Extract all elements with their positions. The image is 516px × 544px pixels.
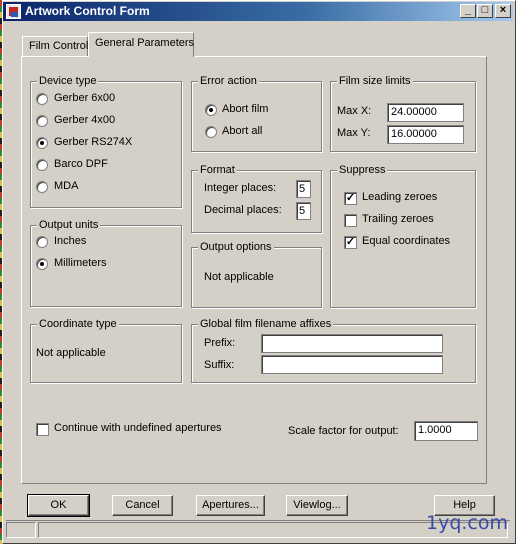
scale-factor-label: Scale factor for output: xyxy=(288,425,399,437)
radio-abort-film[interactable] xyxy=(205,104,217,116)
decimal-places-label: Decimal places: xyxy=(204,204,282,216)
radio-gerber-6x00[interactable] xyxy=(36,93,48,105)
output-options-legend: Output options xyxy=(198,241,274,253)
decimal-places-input[interactable]: 5 xyxy=(296,202,311,220)
tab-film-control[interactable]: Film Control xyxy=(22,36,88,57)
output-units-legend: Output units xyxy=(37,219,101,231)
film-size-limits-legend: Film size limits xyxy=(337,75,413,87)
trailing-zeroes-label[interactable]: Trailing zeroes xyxy=(362,213,434,225)
output-options-value: Not applicable xyxy=(204,271,274,283)
integer-places-input[interactable]: 5 xyxy=(296,180,311,198)
radio-label-abort-all[interactable]: Abort all xyxy=(222,125,262,137)
radio-label-gerber-6x00[interactable]: Gerber 6x00 xyxy=(54,92,115,104)
radio-label-gerber-rs274x[interactable]: Gerber RS274X xyxy=(54,136,132,148)
radio-label-gerber-4x00[interactable]: Gerber 4x00 xyxy=(54,114,115,126)
prefix-input[interactable] xyxy=(261,334,443,353)
filename-affixes-group: Global film filename affixes xyxy=(191,318,476,383)
radio-label-millimeters[interactable]: Millimeters xyxy=(54,257,107,269)
prefix-label: Prefix: xyxy=(204,337,236,349)
suppress-legend: Suppress xyxy=(337,164,388,176)
radio-inches[interactable] xyxy=(36,236,48,248)
max-y-label: Max Y: xyxy=(337,127,371,139)
max-x-label: Max X: xyxy=(337,105,372,117)
app-icon xyxy=(6,4,21,19)
radio-label-abort-film[interactable]: Abort film xyxy=(222,103,268,115)
integer-places-label: Integer places: xyxy=(204,182,277,194)
scale-factor-input[interactable]: 1.0000 xyxy=(414,421,478,441)
radio-label-barco-dpf[interactable]: Barco DPF xyxy=(54,158,108,170)
coordinate-type-legend: Coordinate type xyxy=(37,318,119,330)
window-title: Artwork Control Form xyxy=(25,4,150,18)
maximize-icon[interactable]: □ xyxy=(477,4,493,18)
format-legend: Format xyxy=(198,164,237,176)
device-type-legend: Device type xyxy=(37,75,99,87)
suffix-input[interactable] xyxy=(261,355,443,374)
filename-affixes-legend: Global film filename affixes xyxy=(198,318,334,330)
max-y-input[interactable]: 16.00000 xyxy=(387,125,464,144)
radio-mda[interactable] xyxy=(36,181,48,193)
radio-label-mda[interactable]: MDA xyxy=(54,180,78,192)
trailing-zeroes-checkbox[interactable] xyxy=(344,214,357,227)
radio-gerber-4x00[interactable] xyxy=(36,115,48,127)
max-x-input[interactable]: 24.00000 xyxy=(387,103,464,122)
status-cell-left xyxy=(6,522,36,538)
radio-abort-all[interactable] xyxy=(205,126,217,138)
error-action-legend: Error action xyxy=(198,75,259,87)
error-action-group: Error action xyxy=(191,75,322,152)
cancel-button[interactable]: Cancel xyxy=(112,495,173,516)
suffix-label: Suffix: xyxy=(204,359,235,371)
leading-zeroes-label[interactable]: Leading zeroes xyxy=(362,191,437,203)
watermark-text: 1yq.com xyxy=(426,512,509,534)
close-icon[interactable]: × xyxy=(495,4,511,18)
radio-barco-dpf[interactable] xyxy=(36,159,48,171)
equal-coordinates-checkbox[interactable]: ✓ xyxy=(344,236,357,249)
continue-undefined-apertures-checkbox[interactable] xyxy=(36,423,49,436)
title-bar[interactable]: Artwork Control Form _ □ × xyxy=(3,2,513,21)
equal-coordinates-label[interactable]: Equal coordinates xyxy=(362,235,450,247)
coordinate-type-value: Not applicable xyxy=(36,347,106,359)
radio-gerber-rs274x[interactable] xyxy=(36,137,48,149)
radio-label-inches[interactable]: Inches xyxy=(54,235,86,247)
apertures-button[interactable]: Apertures... xyxy=(196,495,265,516)
ok-button[interactable]: OK xyxy=(27,494,90,517)
leading-zeroes-checkbox[interactable]: ✓ xyxy=(344,192,357,205)
tab-general-parameters[interactable]: General Parameters xyxy=(88,32,194,57)
continue-undefined-apertures-label[interactable]: Continue with undefined apertures xyxy=(54,422,222,434)
viewlog-button[interactable]: Viewlog... xyxy=(286,495,348,516)
radio-millimeters[interactable] xyxy=(36,258,48,270)
minimize-icon[interactable]: _ xyxy=(460,4,476,18)
